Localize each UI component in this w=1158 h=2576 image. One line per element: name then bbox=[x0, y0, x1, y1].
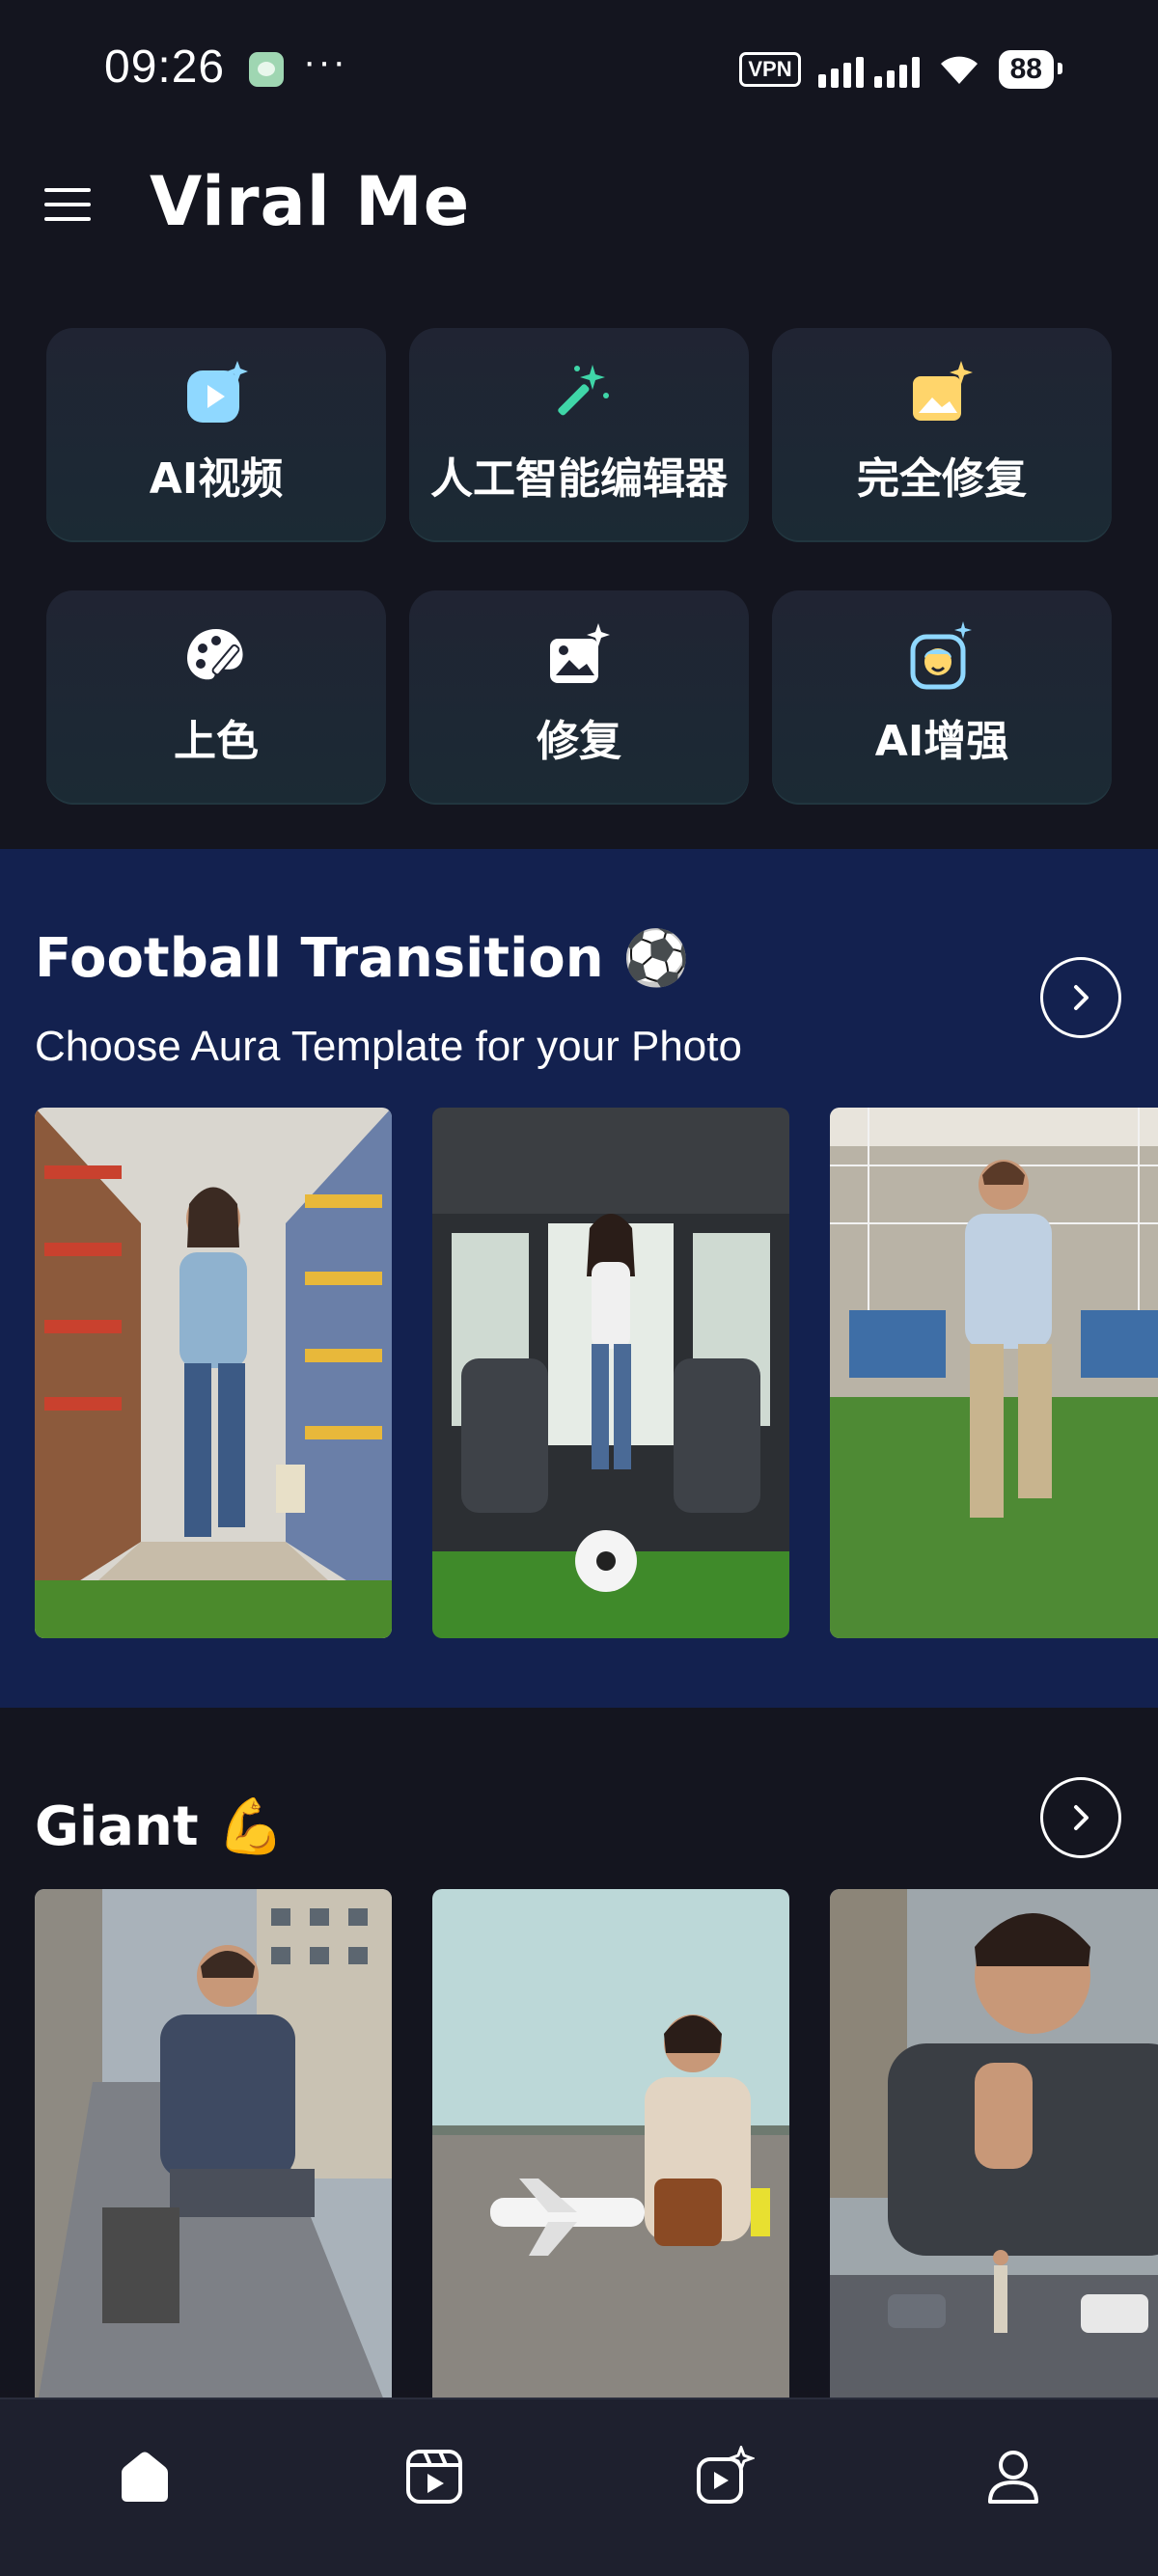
section-title: Giant 💪 bbox=[35, 1795, 285, 1858]
template-thumbnail-office[interactable] bbox=[830, 1108, 1158, 1638]
nav-home[interactable] bbox=[106, 2438, 183, 2515]
tool-colorize[interactable]: 上色 bbox=[46, 590, 386, 805]
photo-sparkle-icon bbox=[913, 361, 973, 421]
face-enhance-icon bbox=[910, 621, 972, 690]
video-play-icon bbox=[406, 2450, 462, 2504]
image-sparkle-icon bbox=[550, 623, 610, 683]
tool-label: 人工智能编辑器 bbox=[430, 454, 728, 504]
cellular-signal-icon bbox=[817, 51, 920, 88]
tool-label: 修复 bbox=[537, 717, 621, 766]
tool-repair[interactable]: 修复 bbox=[409, 590, 749, 805]
vpn-badge: VPN bbox=[739, 52, 801, 87]
section-subtitle: Choose Aura Template for your Photo bbox=[35, 1023, 742, 1070]
app-header: Viral Me bbox=[0, 145, 1158, 260]
wechat-notification-icon bbox=[249, 52, 284, 87]
section-title: Football Transition ⚽ bbox=[35, 927, 690, 990]
more-notifications-icon: ··· bbox=[303, 41, 347, 83]
tool-label: AI视频 bbox=[149, 454, 284, 504]
template-thumbnail-supermarket[interactable] bbox=[35, 1108, 392, 1638]
tool-full-restore[interactable]: 完全修复 bbox=[772, 328, 1112, 542]
status-bar: 09:26 ··· VPN 88 bbox=[0, 0, 1158, 135]
giant-section: Giant 💪 bbox=[0, 1708, 1158, 2398]
football-transition-section: Football Transition ⚽ Choose Aura Templa… bbox=[0, 849, 1158, 1708]
template-thumbnail-giant-road[interactable] bbox=[830, 1889, 1158, 2398]
giant-city-scene-image bbox=[35, 1889, 392, 2398]
magic-wand-icon bbox=[558, 365, 609, 416]
battery-indicator: 88 bbox=[998, 50, 1063, 89]
see-all-button[interactable] bbox=[1040, 957, 1121, 1038]
tool-grid: AI视频 人工智能编辑器 完全修复 上色 修复 AI增强 bbox=[46, 328, 1112, 805]
template-thumbnail-giant-city[interactable] bbox=[35, 1889, 392, 2398]
template-thumbnail-bus[interactable] bbox=[432, 1108, 789, 1638]
nav-profile[interactable] bbox=[975, 2438, 1052, 2515]
tool-label: 完全修复 bbox=[857, 454, 1027, 504]
tool-label: AI增强 bbox=[874, 717, 1009, 766]
tool-ai-editor[interactable]: 人工智能编辑器 bbox=[409, 328, 749, 542]
giant-road-scene-image bbox=[830, 1889, 1158, 2398]
chevron-right-icon bbox=[1074, 985, 1089, 1010]
tool-label: 上色 bbox=[174, 717, 259, 766]
chevron-right-icon bbox=[1074, 1805, 1089, 1830]
template-carousel[interactable] bbox=[35, 1108, 1158, 1638]
bus-scene-image bbox=[432, 1108, 789, 1638]
nav-ai-video[interactable] bbox=[685, 2438, 762, 2515]
ai-video-icon bbox=[187, 361, 248, 423]
bottom-navigation bbox=[0, 2398, 1158, 2576]
supermarket-scene-image bbox=[35, 1108, 392, 1638]
hamburger-menu-icon[interactable] bbox=[44, 188, 93, 221]
profile-icon bbox=[988, 2451, 1038, 2504]
tool-ai-video[interactable]: AI视频 bbox=[46, 328, 386, 542]
office-scene-image bbox=[830, 1108, 1158, 1638]
giant-airport-scene-image bbox=[432, 1889, 789, 2398]
wifi-icon bbox=[940, 56, 978, 84]
template-carousel[interactable] bbox=[35, 1889, 1158, 2398]
see-all-button[interactable] bbox=[1040, 1777, 1121, 1858]
status-time: 09:26 bbox=[104, 41, 226, 93]
palette-icon bbox=[187, 629, 243, 680]
tool-ai-enhance[interactable]: AI增强 bbox=[772, 590, 1112, 805]
nav-videos[interactable] bbox=[396, 2438, 473, 2515]
ai-video-icon bbox=[697, 2446, 755, 2504]
app-title: Viral Me bbox=[150, 162, 471, 241]
template-thumbnail-giant-airport[interactable] bbox=[432, 1889, 789, 2398]
status-indicators: VPN 88 bbox=[739, 48, 1063, 91]
home-icon bbox=[122, 2452, 168, 2502]
